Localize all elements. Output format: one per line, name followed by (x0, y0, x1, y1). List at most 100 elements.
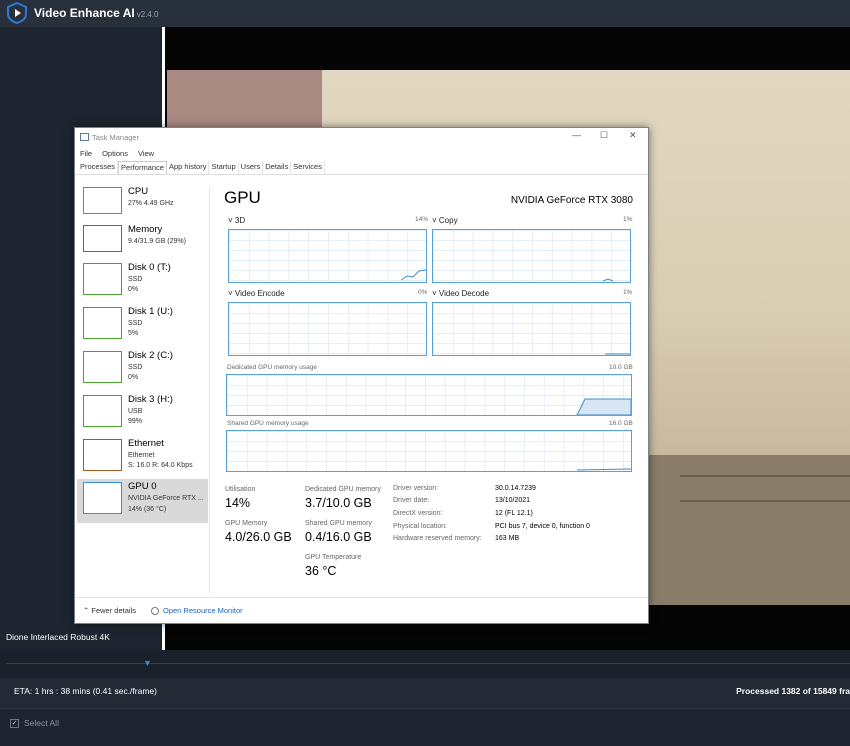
engine-3d-pct: 14% (415, 216, 429, 223)
directx-version-label: DirectX version: (393, 510, 443, 517)
disk-mini-graph (83, 351, 122, 383)
driver-version-label: Driver version: (393, 485, 439, 492)
reserved-memory-label: Hardware reserved memory: (393, 535, 482, 542)
shared-memory-stat-value: 0.4/16.0 GB (305, 530, 372, 544)
engine-copy-graph (432, 229, 631, 283)
engine-copy-pct: 1% (623, 216, 633, 223)
timeline-track[interactable] (6, 663, 850, 664)
timeline[interactable]: ▼ (0, 650, 850, 678)
select-all-checkbox[interactable]: ✓ Select All (10, 718, 59, 728)
tab-processes[interactable]: Processes (78, 161, 119, 174)
sidebar-item-disk-1[interactable]: Disk 1 (U:) SSD 5% (77, 304, 208, 346)
task-manager-titlebar[interactable]: Task Manager — ☐ ✕ (75, 128, 648, 146)
sidebar-item-memory[interactable]: Memory 9.4/31.9 GB (29%) (77, 222, 208, 264)
reserved-memory-value: 163 MB (495, 535, 520, 542)
timeline-handle-icon[interactable]: ▼ (143, 658, 152, 668)
sidebar-item-name: Disk 2 (C:) (128, 350, 173, 361)
sidebar-item-detail: 9.4/31.9 GB (29%) (128, 238, 186, 245)
app-title-text: Video Enhance AI (34, 6, 135, 20)
shared-memory-area (576, 468, 632, 471)
sidebar-item-detail: NVIDIA GeForce RTX ... (128, 495, 204, 502)
tab-app-history[interactable]: App history (167, 161, 210, 174)
sidebar-item-name: Disk 3 (H:) (128, 394, 173, 405)
driver-date-value: 13/10/2021 (495, 497, 531, 504)
sidebar-item-detail: USB (128, 408, 143, 415)
model-name: Dione Interlaced Robust 4K (6, 632, 110, 642)
engine-video-encode-label[interactable]: ˅ Video Encode (228, 289, 285, 298)
disk-mini-graph (83, 395, 122, 427)
bottom-bar: ✓ Select All (0, 708, 850, 746)
sidebar-item-cpu[interactable]: CPU 27% 4.49 GHz (77, 184, 208, 226)
engine-label-text: 3D (234, 216, 246, 225)
gpu-temperature-value: 36 °C (305, 564, 337, 578)
tab-services[interactable]: Services (291, 161, 325, 174)
app-title: Video Enhance AI v2.4.0 (34, 6, 159, 20)
physical-location-label: Physical location: (393, 523, 448, 530)
dedicated-memory-stat-label: Dedicated GPU memory (305, 486, 381, 493)
tab-details[interactable]: Details (263, 161, 292, 174)
sidebar-item-gpu-0[interactable]: GPU 0 NVIDIA GeForce RTX ... 14% (36 °C) (77, 479, 208, 523)
tab-performance[interactable]: Performance (118, 161, 167, 174)
gpu-memory-label: GPU Memory (225, 520, 268, 527)
menu-options[interactable]: Options (102, 149, 128, 158)
processed-text: Processed 1382 of 15849 fra (736, 686, 850, 696)
tab-startup[interactable]: Startup (209, 161, 239, 174)
sidebar-item-detail: SSD (128, 276, 143, 283)
gpu-model-name: NVIDIA GeForce RTX 3080 (510, 195, 633, 206)
dedicated-memory-area (576, 398, 632, 416)
app-logo-icon (7, 2, 27, 24)
shared-memory-max: 16.0 GB (609, 420, 633, 427)
sidebar-item-ethernet[interactable]: Ethernet Ethernet S: 16.0 R: 64.0 Kbps (77, 436, 208, 478)
dedicated-memory-stat-value: 3.7/10.0 GB (305, 496, 372, 510)
directx-version-value: 12 (FL 12.1) (495, 510, 533, 517)
fewer-details-label: Fewer details (91, 606, 136, 615)
sidebar-item-detail: 5% (128, 330, 139, 337)
select-all-label: Select All (24, 718, 59, 728)
engine-video-encode-pct: 0% (418, 289, 428, 296)
sidebar-item-detail: 0% (128, 286, 139, 293)
dedicated-memory-label: Dedicated GPU memory usage (227, 364, 317, 371)
tab-users[interactable]: Users (239, 161, 264, 174)
gpu-mini-graph (83, 482, 122, 514)
open-resource-monitor-link[interactable]: Open Resource Monitor (151, 606, 243, 616)
sidebar-item-name: CPU (128, 186, 149, 197)
sidebar-item-detail: SSD (128, 320, 143, 327)
fewer-details-button[interactable]: ⌃ Fewer details (83, 606, 136, 615)
engine-video-decode-label[interactable]: ˅ Video Decode (432, 289, 489, 298)
task-manager-window: Task Manager — ☐ ✕ File Options View Pro… (74, 127, 649, 624)
engine-3d-label[interactable]: ˅ 3D (228, 216, 245, 225)
disk-mini-graph (83, 263, 122, 295)
utilisation-value: 14% (225, 496, 251, 510)
engine-copy-label[interactable]: ˅ Copy (432, 216, 458, 225)
sidebar-separator (209, 188, 210, 593)
preview-wall (640, 455, 850, 605)
shared-memory-graph (226, 430, 632, 472)
task-manager-title: Task Manager (92, 133, 140, 142)
video-enhance-ai-window: Video Enhance AI v2.4.0 Dione Interlaced … (0, 0, 850, 746)
memory-mini-graph (83, 225, 122, 252)
task-manager-tabs: Processes Performance App history Startu… (75, 161, 648, 175)
engine-video-encode-graph (228, 302, 427, 356)
sidebar-item-disk-0[interactable]: Disk 0 (T:) SSD 0% (77, 260, 208, 302)
menu-file[interactable]: File (80, 149, 92, 158)
sidebar-item-detail: S: 16.0 R: 64.0 Kbps (128, 462, 193, 469)
engine-3d-graph (228, 229, 427, 283)
checkbox-icon[interactable]: ✓ (10, 718, 19, 728)
sidebar-item-disk-2[interactable]: Disk 2 (C:) SSD 0% (77, 348, 208, 390)
close-icon[interactable]: ✕ (629, 130, 637, 141)
sidebar-item-detail: SSD (128, 364, 143, 371)
sidebar-item-detail: Ethernet (128, 452, 155, 459)
minimize-icon[interactable]: — (572, 130, 581, 140)
chevron-up-icon: ⌃ (83, 606, 90, 615)
sidebar-item-name: Disk 0 (T:) (128, 262, 171, 273)
engine-label-text: Copy (438, 216, 458, 225)
menu-view[interactable]: View (138, 149, 154, 158)
gpu-memory-value: 4.0/26.0 GB (225, 530, 292, 544)
sidebar-item-disk-3[interactable]: Disk 3 (H:) USB 99% (77, 392, 208, 434)
preview-rail (680, 500, 850, 502)
sidebar-item-detail: 99% (128, 418, 143, 425)
engine-label-text: Video Decode (438, 289, 490, 298)
maximize-icon[interactable]: ☐ (600, 130, 608, 141)
task-manager-menu: File Options View (80, 149, 154, 158)
resource-monitor-icon (151, 607, 159, 616)
